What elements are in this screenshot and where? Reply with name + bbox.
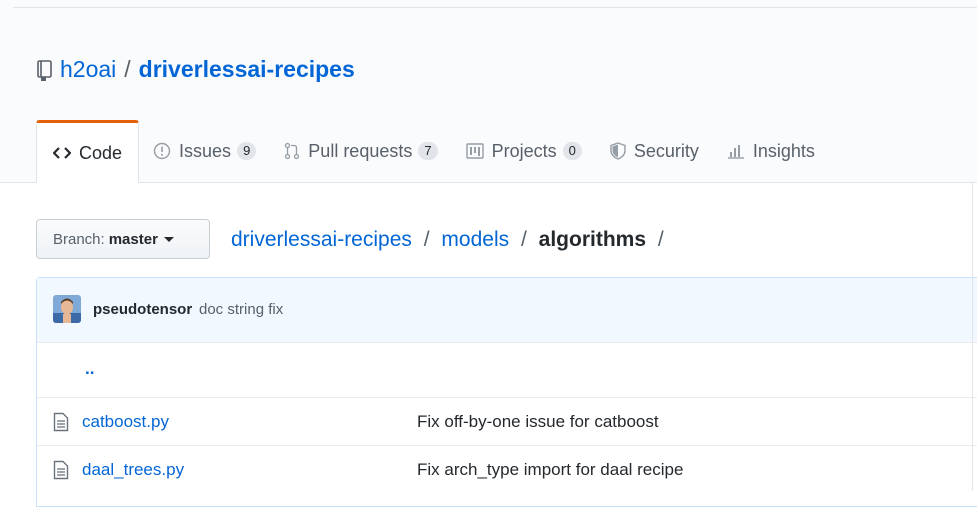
breadcrumb-root-link[interactable]: driverlessai-recipes (231, 228, 412, 251)
breadcrumb-separator: / (520, 228, 527, 251)
file-icon (53, 460, 69, 480)
issue-icon (153, 142, 171, 160)
repo-icon (36, 59, 54, 81)
tab-insights[interactable]: Insights (713, 120, 829, 182)
project-icon (465, 143, 484, 159)
table-row: catboost.py Fix off-by-one issue for cat… (37, 397, 977, 445)
pull-requests-counter: 7 (418, 142, 438, 160)
table-row: daal_trees.py Fix arch_type import for d… (37, 445, 977, 493)
tab-pull-requests[interactable]: Pull requests 7 (270, 120, 451, 182)
tab-issues-label: Issues (179, 140, 232, 161)
repo-owner-link[interactable]: h2oai (60, 56, 116, 83)
divider (13, 7, 977, 8)
tab-code[interactable]: Code (36, 120, 140, 183)
latest-commit-bar: pseudotensor doc string fix (37, 278, 977, 343)
tab-security[interactable]: Security (596, 120, 713, 182)
tab-security-label: Security (633, 140, 699, 161)
commit-message-link[interactable]: doc string fix (199, 301, 283, 318)
breadcrumb-separator: / (657, 228, 664, 251)
file-link[interactable]: catboost.py (82, 412, 169, 432)
breadcrumb-models-link[interactable]: models (441, 228, 509, 251)
divider (972, 182, 973, 491)
file-icon (53, 412, 69, 432)
code-icon (53, 146, 71, 160)
parent-directory-link[interactable]: .. (85, 359, 94, 379)
branch-label: Branch: (53, 230, 105, 248)
repo-nav-tabs: Code Issues 9 Pull requests 7 Projects 0… (36, 120, 829, 183)
breadcrumb: driverlessai-recipes / models / algorith… (231, 228, 670, 252)
tab-insights-label: Insights (752, 140, 815, 161)
tab-projects-label: Projects (491, 140, 557, 161)
repo-title: h2oai / driverlessai-recipes (36, 56, 355, 83)
repo-separator: / (124, 56, 131, 82)
graph-icon (727, 143, 745, 159)
file-commit-message[interactable]: Fix arch_type import for daal recipe (417, 460, 683, 480)
tab-code-label: Code (79, 142, 123, 163)
commit-author-link[interactable]: pseudotensor (93, 301, 192, 318)
breadcrumb-current: algorithms (538, 228, 647, 251)
tab-projects[interactable]: Projects 0 (452, 120, 596, 182)
tab-issues[interactable]: Issues 9 (139, 120, 270, 182)
breadcrumb-separator: / (423, 228, 430, 251)
repo-name-link[interactable]: driverlessai-recipes (139, 56, 355, 83)
file-link[interactable]: daal_trees.py (82, 460, 184, 480)
caret-down-icon (163, 236, 174, 242)
shield-icon (610, 142, 626, 160)
avatar[interactable] (53, 295, 81, 323)
tab-pull-requests-label: Pull requests (308, 140, 413, 161)
parent-directory-row[interactable]: .. (37, 342, 977, 390)
pull-request-icon (284, 142, 300, 160)
file-commit-message[interactable]: Fix off-by-one issue for catboost (417, 412, 659, 432)
projects-counter: 0 (562, 142, 582, 160)
branch-value: master (108, 230, 158, 248)
branch-select-button[interactable]: Branch: master (36, 219, 210, 259)
issues-counter: 9 (237, 142, 257, 160)
